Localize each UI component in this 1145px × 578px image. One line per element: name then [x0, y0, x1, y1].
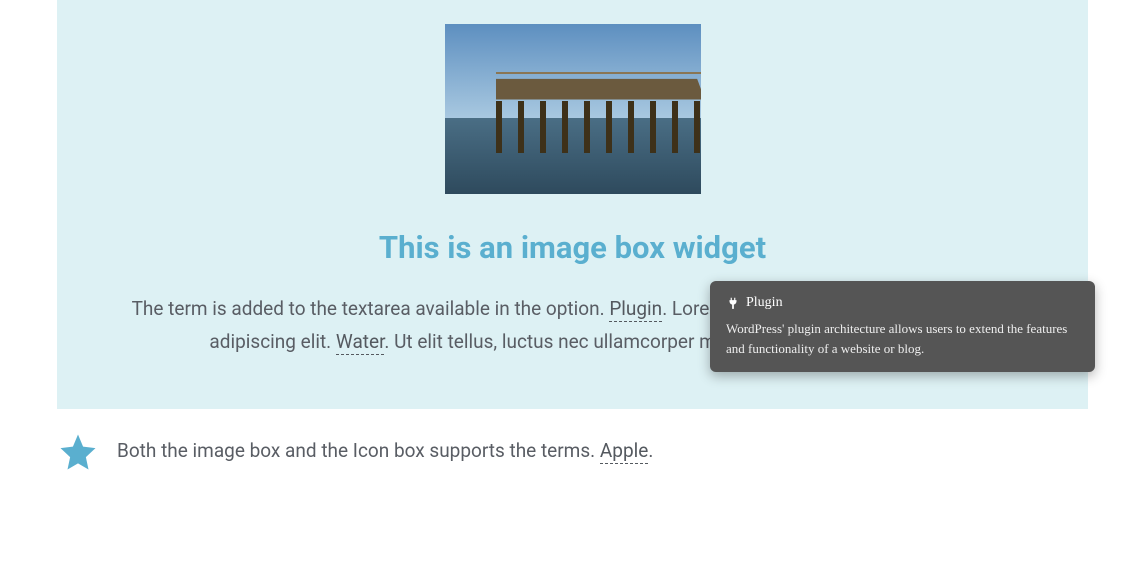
text-segment: .: [648, 439, 653, 462]
tooltip-title: Plugin: [746, 295, 783, 311]
text-segment: The term is added to the textarea availa…: [132, 297, 610, 320]
text-segment: Both the image box and the Icon box supp…: [117, 439, 600, 462]
pier-photo: [445, 24, 701, 194]
image-box-heading: This is an image box widget: [87, 229, 1058, 266]
term-link-water[interactable]: Water: [336, 330, 384, 355]
tooltip-body: WordPress' plugin architecture allows us…: [726, 319, 1079, 358]
icon-box-widget: Both the image box and the Icon box supp…: [57, 431, 1088, 473]
star-icon: [57, 431, 99, 473]
term-tooltip: Plugin WordPress' plugin architecture al…: [710, 281, 1095, 372]
term-link-apple[interactable]: Apple: [600, 439, 648, 464]
plug-icon: [726, 296, 740, 310]
tooltip-header: Plugin: [726, 295, 1079, 311]
icon-box-description: Both the image box and the Icon box supp…: [117, 431, 653, 466]
term-link-plugin[interactable]: Plugin: [609, 297, 662, 322]
